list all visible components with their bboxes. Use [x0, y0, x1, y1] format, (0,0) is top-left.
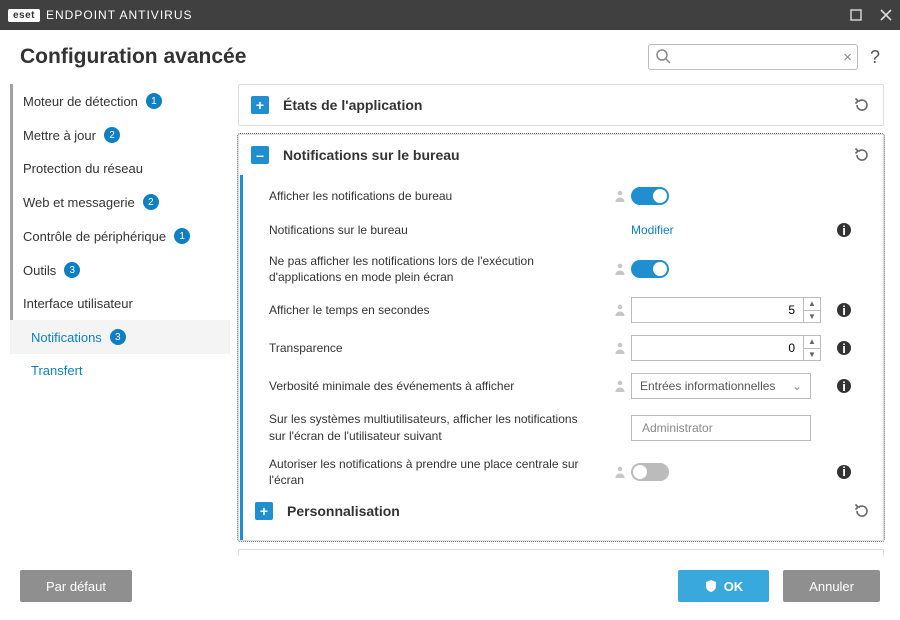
spin-up-icon[interactable]: ▲	[803, 335, 821, 348]
panel-desktop-notifications: – Notifications sur le bureau Afficher l…	[238, 134, 884, 541]
revert-icon[interactable]	[853, 96, 871, 114]
policy-icon	[609, 379, 631, 393]
row-center-screen: Autoriser les notifications à prendre un…	[243, 450, 883, 494]
info-icon[interactable]: i	[837, 379, 851, 393]
panel-header-app-states[interactable]: + États de l'application	[239, 85, 883, 125]
collapse-icon[interactable]: –	[251, 146, 269, 164]
row-verbosity: Verbosité minimale des événements à affi…	[243, 367, 883, 405]
footer: Par défaut OK Annuler	[0, 556, 900, 620]
row-desktop-notifications-link: Notifications sur le bureau Modifier i	[243, 213, 883, 247]
toggle-fullscreen-suppress[interactable]	[631, 260, 669, 278]
expand-icon[interactable]: +	[251, 96, 269, 114]
badge: 1	[174, 228, 190, 244]
sidebar: Moteur de détection 1 Mettre à jour 2 Pr…	[0, 80, 230, 556]
toggle-show-desktop-notifications[interactable]	[631, 187, 669, 205]
row-show-desktop-notifications: Afficher les notifications de bureau	[243, 179, 883, 213]
search-icon	[655, 48, 671, 64]
panel-header-desktop-notifications[interactable]: – Notifications sur le bureau	[239, 135, 883, 175]
brand-badge: eset	[8, 9, 40, 22]
shield-icon	[704, 579, 718, 593]
toggle-center-screen[interactable]	[631, 463, 669, 481]
page-title: Configuration avancée	[20, 45, 648, 69]
row-transparency: Transparence ▲ ▼	[243, 329, 883, 367]
default-button[interactable]: Par défaut	[20, 570, 132, 602]
sidebar-sub-notifications[interactable]: Notifications 3	[10, 320, 230, 354]
chevron-down-icon: ⌄	[792, 379, 802, 393]
panel-app-states: + États de l'application	[238, 84, 884, 126]
titlebar: eset ENDPOINT ANTIVIRUS	[0, 0, 900, 30]
spin-up-icon[interactable]: ▲	[803, 297, 821, 310]
revert-icon[interactable]	[853, 146, 871, 164]
row-fullscreen-suppress: Ne pas afficher les notifications lors d…	[243, 247, 883, 291]
maximize-icon[interactable]	[850, 9, 862, 21]
badge: 2	[143, 194, 159, 210]
input-transparency[interactable]	[631, 335, 803, 361]
sidebar-item-detection-engine[interactable]: Moteur de détection 1	[10, 84, 230, 118]
policy-icon	[609, 189, 631, 203]
policy-icon	[609, 341, 631, 355]
badge: 3	[110, 329, 126, 345]
sidebar-item-update[interactable]: Mettre à jour 2	[10, 118, 230, 152]
window-controls	[850, 9, 892, 21]
search-field[interactable]: ×	[648, 44, 858, 70]
help-icon[interactable]: ?	[870, 47, 880, 68]
sidebar-item-device-control[interactable]: Contrôle de périphérique 1	[10, 219, 230, 253]
link-modify-desktop-notifications[interactable]: Modifier	[631, 223, 674, 237]
policy-icon	[609, 303, 631, 317]
info-icon[interactable]: i	[837, 465, 851, 479]
sidebar-item-network-protection[interactable]: Protection du réseau	[10, 152, 230, 185]
info-icon[interactable]: i	[837, 223, 851, 237]
badge: 3	[64, 262, 80, 278]
badge: 1	[146, 93, 162, 109]
revert-icon[interactable]	[853, 502, 871, 520]
expand-icon[interactable]: +	[255, 502, 273, 520]
row-multiuser: Sur les systèmes multiutilisateurs, affi…	[243, 405, 883, 449]
search-input[interactable]	[648, 44, 858, 70]
input-multiuser[interactable]	[631, 415, 811, 441]
policy-icon	[609, 262, 631, 276]
main-content: + États de l'application – Notifications…	[230, 80, 900, 556]
brand: eset ENDPOINT ANTIVIRUS	[8, 8, 192, 22]
info-icon[interactable]: i	[837, 341, 851, 355]
spinner-duration[interactable]: ▲ ▼	[631, 297, 811, 323]
sidebar-item-ui[interactable]: Interface utilisateur	[10, 287, 230, 320]
badge: 2	[104, 127, 120, 143]
close-icon[interactable]	[880, 9, 892, 21]
subsection-personalization[interactable]: + Personnalisation	[243, 494, 883, 528]
sidebar-item-web-mail[interactable]: Web et messagerie 2	[10, 185, 230, 219]
spin-down-icon[interactable]: ▼	[803, 310, 821, 323]
sidebar-sub-transfer[interactable]: Transfert	[10, 354, 230, 387]
ok-button[interactable]: OK	[678, 570, 770, 602]
product-name: ENDPOINT ANTIVIRUS	[46, 8, 192, 22]
cancel-button[interactable]: Annuler	[783, 570, 880, 602]
sidebar-item-tools[interactable]: Outils 3	[10, 253, 230, 287]
row-duration: Afficher le temps en secondes ▲ ▼	[243, 291, 883, 329]
spin-down-icon[interactable]: ▼	[803, 348, 821, 361]
panel-interactive-alerts: + Alertes interactives	[238, 549, 884, 556]
input-duration[interactable]	[631, 297, 803, 323]
clear-search-icon[interactable]: ×	[843, 49, 852, 66]
info-icon[interactable]: i	[837, 303, 851, 317]
spinner-transparency[interactable]: ▲ ▼	[631, 335, 811, 361]
policy-icon	[609, 465, 631, 479]
select-verbosity[interactable]: Entrées informationnelles ⌄	[631, 373, 811, 399]
